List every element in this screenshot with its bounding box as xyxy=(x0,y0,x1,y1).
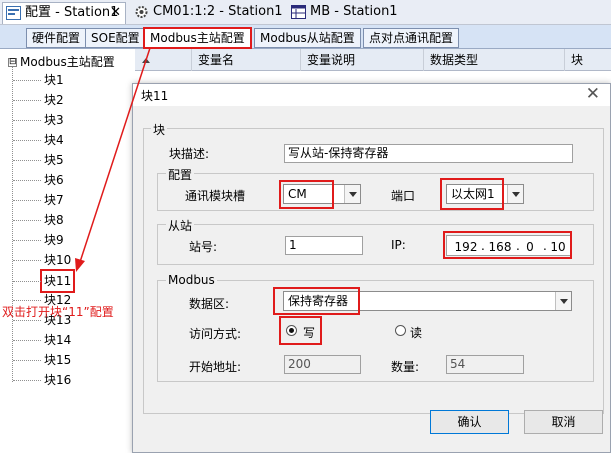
tree-item-block4[interactable]: 块4 xyxy=(13,132,64,148)
data-area-label: 数据区: xyxy=(189,297,230,311)
block-config-dialog: 块11 ✕ 块 块描述: 写从站-保持寄存器 配置 通讯模块槽 CM 端口 以太… xyxy=(132,83,611,453)
modbus-group-label: Modbus xyxy=(166,273,217,287)
chevron-down-icon[interactable] xyxy=(344,185,360,203)
station-number-input[interactable]: 1 xyxy=(285,236,363,255)
tree-item-block6[interactable]: 块6 xyxy=(13,172,64,188)
radio-read-label[interactable]: 读 xyxy=(410,324,422,341)
variable-grid-header: 变量名 变量说明 数据类型 块 xyxy=(135,49,611,71)
sort-up-icon xyxy=(142,58,150,63)
highlight-box-write xyxy=(279,316,322,345)
highlight-box-port xyxy=(440,178,504,210)
confirm-button[interactable]: 确认 xyxy=(430,410,509,434)
tree-item-block5[interactable]: 块5 xyxy=(13,152,64,168)
table-icon xyxy=(291,5,306,19)
chevron-down-icon[interactable] xyxy=(555,292,571,310)
tree-item-block16[interactable]: 块16 xyxy=(12,372,71,388)
slot-label: 通讯模块槽 xyxy=(185,189,246,203)
tree-item-block1[interactable]: 块1 xyxy=(13,72,64,88)
doc-tab-cm01[interactable]: CM01:1:2 - Station1 xyxy=(131,2,283,24)
access-label: 访问方式: xyxy=(189,327,242,341)
tab-p2p-comm-config[interactable]: 点对点通讯配置 xyxy=(363,28,460,48)
tab-modbus-slave-config[interactable]: Modbus从站配置 xyxy=(254,28,361,48)
dialog-title: 块11 xyxy=(141,89,169,103)
ip-label: IP: xyxy=(391,238,406,252)
block-desc-input[interactable]: 写从站-保持寄存器 xyxy=(284,144,573,163)
tree-item-block10[interactable]: 块10 xyxy=(12,252,71,268)
column-header-block[interactable]: 块 xyxy=(565,49,611,71)
config-sub-tab-bar: 硬件配置 SOE配置 Modbus主站配置 Modbus从站配置 点对点通讯配置 xyxy=(0,25,611,49)
tree-item-block3[interactable]: 块3 xyxy=(13,112,64,128)
close-tab-icon[interactable]: ✕ xyxy=(110,3,121,23)
slave-group-label: 从站 xyxy=(166,217,195,234)
tab-modbus-master-config[interactable]: Modbus主站配置 xyxy=(143,27,252,49)
column-header-data-type[interactable]: 数据类型 xyxy=(424,49,565,71)
desc-label: 块描述: xyxy=(169,147,210,161)
column-header-var-name[interactable]: 变量名 xyxy=(192,49,301,71)
port-label: 端口 xyxy=(391,189,416,203)
column-header-var-desc[interactable]: 变量说明 xyxy=(301,49,424,71)
doc-tab-config[interactable]: 配置 - Station1 ✕ xyxy=(2,2,126,24)
cancel-button[interactable]: 取消 xyxy=(524,410,603,434)
tree-root-modbus-master[interactable]: ⊟ Modbus主站配置 xyxy=(8,53,115,69)
dialog-title-bar: 块11 ✕ xyxy=(133,84,610,106)
modbus-master-tree: ⊟ Modbus主站配置 块1 块2 块3 块4 块5 块6 块7 块8 块9 块… xyxy=(0,49,135,453)
grid-corner[interactable] xyxy=(135,49,192,71)
config-icon xyxy=(6,6,21,20)
tree-item-block7[interactable]: 块7 xyxy=(13,192,64,208)
tab-hardware-config[interactable]: 硬件配置 xyxy=(26,28,87,48)
highlight-box-ip xyxy=(443,231,572,259)
highlight-box-slot xyxy=(279,180,334,209)
count-label: 数量: xyxy=(391,360,420,374)
station-label: 站号: xyxy=(189,240,218,254)
config-group-label: 配置 xyxy=(166,166,195,183)
annotation-text: 双击打开块“11”配置 xyxy=(2,305,114,319)
block-group-label: 块 xyxy=(151,121,168,138)
tree-item-block9[interactable]: 块9 xyxy=(13,232,64,248)
tree-item-block14[interactable]: 块14 xyxy=(12,332,71,348)
tree-item-block8[interactable]: 块8 xyxy=(13,212,64,228)
count-input[interactable]: 54 xyxy=(446,355,524,374)
tree-item-block2[interactable]: 块2 xyxy=(13,92,64,108)
tree-connector xyxy=(12,67,13,382)
tree-item-block11[interactable]: 块11 xyxy=(12,269,76,293)
start-address-label: 开始地址: xyxy=(189,360,242,374)
document-tab-bar: 配置 - Station1 ✕ CM01:1:2 - Station1 MB -… xyxy=(0,0,611,25)
doc-tab-mb[interactable]: MB - Station1 xyxy=(288,2,398,24)
chevron-down-icon[interactable] xyxy=(507,185,523,203)
tree-item-block15[interactable]: 块15 xyxy=(12,352,71,368)
start-address-input[interactable]: 200 xyxy=(284,355,361,374)
highlight-box-data-area xyxy=(273,287,360,315)
tab-soe-config[interactable]: SOE配置 xyxy=(85,28,146,48)
radio-read[interactable] xyxy=(395,325,406,336)
gear-icon xyxy=(135,6,148,18)
collapse-icon[interactable]: ⊟ xyxy=(8,58,17,67)
close-icon[interactable]: ✕ xyxy=(586,84,600,104)
